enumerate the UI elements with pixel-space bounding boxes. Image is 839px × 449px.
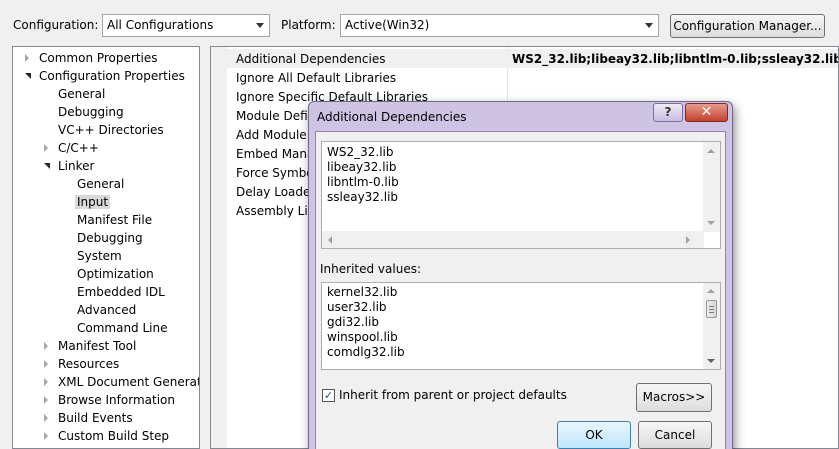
platform-dropdown[interactable]: Active(Win32) [340,14,659,37]
tree-item-optimization[interactable]: Optimization [77,265,154,283]
dependency-line: WS2_32.lib [327,145,394,159]
dialog-content: WS2_32.lib libeay32.lib libntlm-0.lib ss… [315,131,726,449]
dependency-line: libeay32.lib [327,160,397,174]
additional-dependencies-value[interactable]: WS2_32.lib;libeay32.lib;libntlm-0.lib;ss… [512,52,838,66]
scroll-down-icon[interactable] [707,221,715,225]
expand-icon[interactable] [44,360,48,368]
tree-item-debugging[interactable]: Debugging [58,103,124,121]
configuration-dropdown[interactable]: All Configurations [102,14,270,37]
collapse-icon[interactable] [44,163,50,169]
expand-icon[interactable] [44,144,48,152]
tree-item-general[interactable]: General [58,85,105,103]
expand-icon[interactable] [44,414,48,422]
property-row-ignore-all-default-libraries[interactable]: Ignore All Default Libraries [227,68,838,87]
tree-item-embedded-idl[interactable]: Embedded IDL [77,283,165,301]
tree-item-command-line[interactable]: Command Line [77,319,168,337]
chevron-down-icon [256,23,264,28]
expand-icon[interactable] [44,396,48,404]
tree-item-system[interactable]: System [77,247,122,265]
help-button[interactable]: ? [653,103,683,122]
tree-item-linker-debugging[interactable]: Debugging [77,229,143,247]
tree-item-vc-directories[interactable]: VC++ Directories [58,121,164,139]
scroll-left-icon[interactable] [328,236,332,244]
chevron-down-icon [645,23,653,28]
cancel-button[interactable]: Cancel [638,421,712,449]
check-mark-icon: ✓ [323,389,334,402]
expand-icon[interactable] [25,54,29,62]
dependency-line: ssleay32.lib [327,190,399,204]
property-row-additional-dependencies[interactable]: Additional Dependencies WS2_32.lib;libea… [227,49,838,68]
inherited-values-label: Inherited values: [320,262,421,276]
inherited-vertical-scrollbar[interactable] [703,283,720,369]
scroll-up-icon[interactable] [707,149,715,153]
tree-item-advanced[interactable]: Advanced [77,301,136,319]
platform-value: Active(Win32) [345,18,430,32]
macros-button[interactable]: Macros>> [636,383,712,412]
property-tree[interactable]: Common Properties Configuration Properti… [12,46,200,449]
platform-label: Platform: [281,18,336,32]
tree-item-linker-general[interactable]: General [77,175,124,193]
additional-dependencies-dialog[interactable]: Additional Dependencies ? ✕ WS2_32.lib l… [308,101,733,449]
scroll-down-icon[interactable] [707,359,715,363]
tree-item-linker-input[interactable]: Input [75,193,111,211]
inherited-value-line: user32.lib [327,300,387,314]
collapse-icon[interactable] [25,73,31,79]
inherited-value-line: kernel32.lib [327,285,398,299]
dependency-line: libntlm-0.lib [327,175,399,189]
configuration-label: Configuration: [13,18,99,32]
inherit-checkbox-label[interactable]: Inherit from parent or project defaults [339,388,567,402]
inherited-values-list: kernel32.lib user32.lib gdi32.lib winspo… [321,282,721,370]
inherit-checkbox[interactable]: ✓ [322,389,335,402]
expand-icon[interactable] [44,378,48,386]
configuration-manager-button[interactable]: Configuration Manager... [670,14,825,38]
close-button[interactable]: ✕ [685,103,728,122]
inherited-value-line: gdi32.lib [327,315,379,329]
tree-item-manifest-file[interactable]: Manifest File [77,211,152,229]
dialog-title: Additional Dependencies [317,110,467,124]
inherited-value-line: comdlg32.lib [327,345,405,359]
expand-icon[interactable] [44,342,48,350]
dependencies-horizontal-scrollbar[interactable] [322,231,704,248]
dependencies-vertical-scrollbar[interactable] [703,142,720,232]
scroll-right-icon[interactable] [686,236,690,244]
scroll-up-icon[interactable] [707,289,715,293]
inherited-value-line: winspool.lib [327,330,398,344]
expand-icon[interactable] [44,432,48,440]
scroll-thumb[interactable] [706,300,717,318]
configuration-value: All Configurations [107,18,214,32]
ok-button[interactable]: OK [557,421,631,449]
dependencies-textbox[interactable]: WS2_32.lib libeay32.lib libntlm-0.lib ss… [321,141,721,249]
